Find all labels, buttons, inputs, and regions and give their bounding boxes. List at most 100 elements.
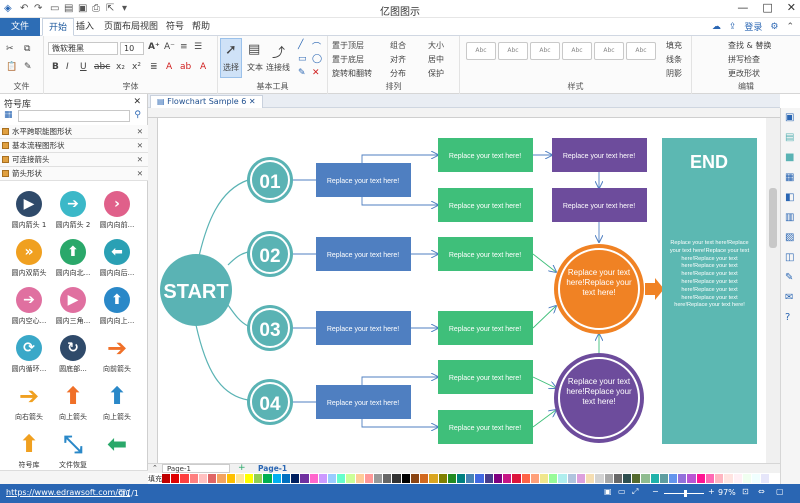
library-shape-2[interactable]: › 圆内向前... bbox=[94, 191, 140, 230]
cloud-icon[interactable]: ☁ bbox=[712, 22, 721, 32]
number-circle-3[interactable]: 03 bbox=[247, 305, 293, 351]
color-swatch[interactable] bbox=[364, 474, 375, 483]
library-menu-icon[interactable]: ▦ bbox=[4, 110, 13, 120]
color-swatch[interactable] bbox=[761, 474, 771, 483]
color-swatch[interactable] bbox=[244, 474, 255, 483]
color-swatch[interactable] bbox=[300, 474, 310, 483]
strike-button[interactable]: abc bbox=[94, 62, 110, 72]
text-align-icon[interactable]: ≡ bbox=[180, 42, 188, 52]
color-swatch[interactable] bbox=[198, 474, 209, 483]
color-swatch[interactable] bbox=[180, 474, 190, 483]
list-icon[interactable]: ☰ bbox=[194, 42, 202, 52]
color-swatch[interactable] bbox=[337, 474, 347, 483]
collapse-ribbon-icon[interactable]: ⌃ bbox=[786, 22, 794, 32]
blue-box-2[interactable]: Replace your text here! bbox=[316, 237, 411, 271]
italic-button[interactable]: I bbox=[66, 62, 69, 72]
color-swatch[interactable] bbox=[613, 474, 623, 483]
color-swatch[interactable] bbox=[447, 474, 457, 483]
library-category-3[interactable]: 箭头形状 ✕ bbox=[0, 167, 148, 181]
pointer-icon[interactable]: ➚ bbox=[225, 42, 237, 58]
share-icon[interactable]: ⇪ bbox=[729, 22, 737, 32]
library-shape-10[interactable]: ↻ 圆底部... bbox=[50, 335, 96, 374]
zoom-out-icon[interactable]: − bbox=[652, 487, 659, 496]
color-swatch[interactable] bbox=[595, 474, 605, 483]
drawing-canvas[interactable]: START 01 02 03 04 Replace your text here… bbox=[158, 118, 766, 463]
change-shape-button[interactable]: 更改形状 bbox=[728, 68, 760, 79]
end-box[interactable]: END Replace your text here!Replace your … bbox=[662, 138, 757, 444]
number-circle-1[interactable]: 01 bbox=[247, 157, 293, 203]
page-nav-icon[interactable]: ⌃ bbox=[152, 464, 158, 472]
library-shape-7[interactable]: ▶ 圆内三角... bbox=[50, 287, 96, 326]
select-tool-label[interactable]: 选择 bbox=[223, 62, 239, 73]
color-panel-icon[interactable]: ■ bbox=[785, 152, 794, 163]
tab-close-icon[interactable]: ✕ bbox=[249, 97, 256, 106]
library-category-2[interactable]: 可连接箭头 ✕ bbox=[0, 153, 148, 167]
color-swatch[interactable] bbox=[687, 474, 697, 483]
active-page-tab[interactable]: Page-1 bbox=[258, 464, 287, 473]
website-link[interactable]: https://www.edrawsoft.com/cn/ bbox=[6, 488, 130, 497]
color-swatch[interactable] bbox=[576, 474, 587, 483]
color-swatch[interactable] bbox=[659, 474, 670, 483]
color-swatch[interactable] bbox=[512, 474, 522, 483]
grow-font-icon[interactable]: A⁺ bbox=[148, 42, 160, 52]
cut-icon[interactable]: ✂ bbox=[6, 44, 14, 54]
tab-insert[interactable]: 插入 bbox=[70, 18, 100, 36]
find-replace-button[interactable]: 查找 & 替换 bbox=[728, 40, 771, 51]
font-size-select[interactable]: 10 bbox=[120, 42, 144, 55]
library-shape-8[interactable]: ⬆ 圆内向上... bbox=[94, 287, 140, 326]
color-swatch[interactable] bbox=[567, 474, 577, 483]
close-button[interactable]: ✕ bbox=[787, 1, 796, 14]
color-swatch[interactable] bbox=[650, 474, 660, 483]
distribute-button[interactable]: 分布 bbox=[390, 68, 406, 79]
document-tab[interactable]: ▤ Flowchart Sample 6 ✕ bbox=[150, 95, 263, 108]
center-button[interactable]: 居中 bbox=[428, 54, 444, 65]
style-sample-1[interactable]: Abc bbox=[466, 42, 496, 60]
font-color-icon[interactable]: A bbox=[166, 62, 172, 72]
library-shape-17[interactable]: ⬅ bbox=[94, 430, 140, 460]
library-shape-12[interactable]: ➔ 向右箭头 bbox=[6, 382, 52, 422]
color-swatch[interactable] bbox=[189, 474, 199, 483]
green-box-4[interactable]: Replace your text here! bbox=[438, 311, 533, 345]
pen-tool-icon[interactable]: ✎ bbox=[298, 68, 306, 78]
color-swatch[interactable] bbox=[586, 474, 596, 483]
zoom-fit-icon[interactable]: ⊡ bbox=[742, 487, 749, 496]
color-swatch[interactable] bbox=[392, 474, 402, 483]
maximize-button[interactable]: □ bbox=[762, 1, 772, 14]
color-swatch[interactable] bbox=[383, 474, 393, 483]
color-swatch[interactable] bbox=[226, 474, 236, 483]
category-close-icon[interactable]: ✕ bbox=[137, 167, 143, 180]
line-panel-icon[interactable]: ▦ bbox=[785, 172, 794, 183]
fill-button[interactable]: 填充 bbox=[666, 40, 682, 51]
library-close-icon[interactable]: ✕ bbox=[133, 97, 141, 107]
line-tool-icon[interactable]: ╱ bbox=[298, 40, 303, 50]
color-swatch[interactable] bbox=[162, 474, 172, 483]
color-swatch[interactable] bbox=[420, 474, 430, 483]
number-circle-4[interactable]: 04 bbox=[247, 379, 293, 425]
library-shape-16[interactable]: ⤡ 文件恢复 bbox=[50, 430, 96, 470]
format-panel-icon[interactable]: ▣ bbox=[785, 112, 794, 123]
shadow-button[interactable]: 阴影 bbox=[666, 68, 682, 79]
color-swatch[interactable] bbox=[632, 474, 642, 483]
color-swatch[interactable] bbox=[208, 474, 218, 483]
color-swatch[interactable] bbox=[401, 474, 411, 483]
scroll-thumb[interactable] bbox=[769, 188, 777, 248]
underline-button[interactable]: U bbox=[80, 62, 87, 72]
color-swatch[interactable] bbox=[770, 474, 780, 483]
format-painter-icon[interactable]: ✎ bbox=[24, 62, 32, 72]
text-effect-icon[interactable]: A bbox=[200, 62, 206, 72]
normal-view-icon[interactable]: ▣ bbox=[604, 487, 612, 496]
green-box-2[interactable]: Replace your text here! bbox=[438, 188, 533, 222]
fit-width-icon[interactable]: ⇔ bbox=[758, 487, 765, 496]
blue-box-1[interactable]: Replace your text here! bbox=[316, 163, 411, 197]
curve-tool-icon[interactable]: ⌒ bbox=[312, 40, 321, 53]
library-shape-4[interactable]: ⬆ 圆内向北... bbox=[50, 239, 96, 278]
align-button[interactable]: 对齐 bbox=[390, 54, 406, 65]
color-swatch[interactable] bbox=[705, 474, 716, 483]
color-swatch[interactable] bbox=[475, 474, 485, 483]
fill-panel-icon[interactable]: ▤ bbox=[785, 132, 794, 143]
notes-panel-icon[interactable]: ✎ bbox=[785, 272, 793, 283]
color-swatch[interactable] bbox=[678, 474, 688, 483]
category-close-icon[interactable]: ✕ bbox=[137, 153, 143, 166]
library-category-0[interactable]: 水平跨职能图形状 ✕ bbox=[0, 125, 148, 139]
library-shape-14[interactable]: ⬆ 向上箭头 bbox=[94, 382, 140, 422]
